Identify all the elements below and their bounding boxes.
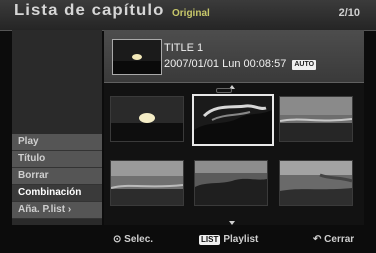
select-hint: ⊙ Selec. — [113, 234, 154, 245]
scroll-down-icon[interactable] — [229, 221, 235, 225]
title-info-bar: TITLE 1 2007/01/01 Lun 00:08:57 AUTO — [104, 30, 364, 83]
thumbnail-shoreline-evening[interactable] — [110, 160, 184, 206]
playlist-label: Playlist — [223, 234, 259, 245]
datetime-text: 2007/01/01 Lun 00:08:57 — [164, 58, 287, 70]
close-hint[interactable]: ↶ Cerrar — [313, 234, 354, 245]
preview-thumbnail — [112, 39, 162, 75]
auto-badge: AUTO — [292, 60, 317, 70]
menu-delete[interactable]: Borrar — [12, 168, 102, 185]
title-name: TITLE 1 — [164, 42, 204, 54]
chapter-panel: TITLE 1 2007/01/01 Lun 00:08:57 AUTO — [104, 30, 364, 225]
title-datetime: 2007/01/01 Lun 00:08:57 AUTO — [164, 58, 317, 70]
mode-label: Original — [172, 8, 210, 19]
page-indicator — [216, 88, 232, 93]
thumbnail-cloudy-sky[interactable] — [192, 94, 274, 146]
menu-play[interactable]: Play — [12, 134, 102, 151]
list-button-icon: LIST — [199, 235, 221, 245]
preview-image — [113, 40, 161, 74]
thumbnail-sunset-horizon[interactable] — [279, 96, 353, 142]
thumbnail-dusk-hills[interactable] — [194, 160, 268, 206]
menu-add-playlist[interactable]: Aña. P.list › — [12, 202, 102, 219]
header-bar: Lista de capítulo Original 2/10 — [0, 0, 376, 31]
page-title: Lista de capítulo — [14, 2, 165, 19]
thumbnail-sun-over-sea[interactable] — [110, 96, 184, 142]
footer-bar: ⊙ Selec. LIST Playlist ↶ Cerrar — [0, 228, 376, 253]
page-counter: 2/10 — [338, 7, 360, 19]
thumbnail-coast-cliffs[interactable] — [279, 160, 353, 206]
chapter-list-screen: Lista de capítulo Original 2/10 Play Tít… — [0, 0, 376, 253]
action-menu: Play Título Borrar Combinación Aña. P.li… — [12, 30, 102, 225]
playlist-hint[interactable]: LIST Playlist — [199, 234, 258, 245]
menu-combine[interactable]: Combinación — [12, 185, 102, 202]
menu-title[interactable]: Título — [12, 151, 102, 168]
